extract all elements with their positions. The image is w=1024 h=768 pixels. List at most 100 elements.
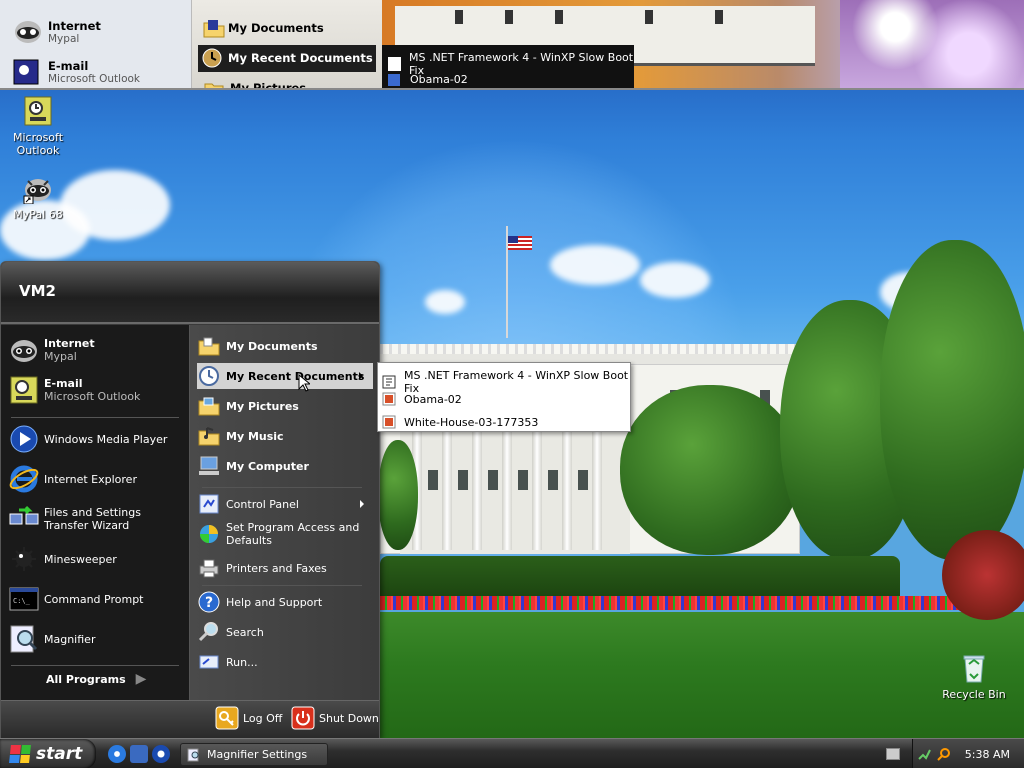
submenu-arrow-icon [359,372,363,380]
system-tray: 5:38 AM [912,739,1024,768]
user-name: VM2 [19,282,56,300]
outlook-icon [12,58,40,86]
stale-email-item: E-mail Microsoft Outlook [12,58,140,86]
desktop-icon-recycle-bin[interactable]: Recycle Bin [936,652,1012,701]
clock[interactable]: 5:38 AM [965,748,1010,761]
start-menu-left-pane: Internet Mypal E-mail Microsoft Outlook Wi… [1,325,190,700]
cloud [640,262,710,298]
start-menu-footer: Log Off Shut Down [1,700,379,738]
keyboard-icon[interactable] [886,748,900,760]
cloud [425,290,465,314]
magnifier-icon [9,624,39,654]
magnifier-icon [187,748,201,762]
folder-documents-icon [202,16,226,40]
document-icon [388,57,401,71]
submenu-arrow-icon [360,500,364,508]
transfer-wizard-icon [9,504,39,534]
flower-bed [380,596,990,610]
mypal-icon [12,16,44,48]
mypal-icon [9,335,39,365]
places-item-program-access[interactable]: Set Program Access and Defaults [198,521,374,547]
power-icon [291,706,315,730]
control-panel-icon [198,493,220,515]
run-icon [198,651,220,673]
start-button[interactable]: start [0,739,96,768]
menu-separator [202,487,362,488]
stale-popup-item: Obama-02 [388,73,468,86]
stale-internet-item: Internet Mypal [12,16,101,48]
svg-text:?: ? [205,595,213,611]
image-file-icon [388,73,400,86]
mypal-icon [22,172,54,204]
shut-down-button[interactable]: Shut Down [291,706,379,730]
desktop-icon-mypal[interactable]: MyPal 68 [0,172,76,221]
recent-item-internet-explorer[interactable]: Internet Explorer [9,464,137,494]
places-item-my-recent-documents[interactable]: My Recent Documents [197,363,373,389]
folder-pictures-icon [198,395,220,417]
recent-item-magnifier[interactable]: Magnifier [9,624,95,654]
recent-documents-submenu: MS .NET Framework 4 - WinXP Slow Boot Fi… [377,362,631,432]
stale-start-menu-strip: Internet Mypal E-mail Microsoft Outlook My… [0,0,1024,90]
places-item-my-documents[interactable]: My Documents [198,335,318,357]
quick-launch-ie-icon[interactable] [108,745,126,763]
magnifier-tray-icon[interactable] [937,747,951,761]
recent-item-minesweeper[interactable]: Minesweeper [9,544,117,574]
recent-item-transfer-wizard[interactable]: Files and Settings Transfer Wizard [9,504,184,534]
recent-document-item[interactable]: White-House-03-177353 [382,415,538,429]
image-file-icon [382,392,396,406]
log-off-button[interactable]: Log Off [215,706,282,730]
places-item-my-pictures[interactable]: My Pictures [198,395,299,417]
task-button-magnifier-settings[interactable]: Magnifier Settings [180,743,328,766]
menu-separator [11,665,179,666]
hedge [380,556,900,598]
places-item-control-panel[interactable]: Control Panel [198,493,374,515]
cloud [550,245,640,285]
places-item-my-music[interactable]: My Music [198,425,284,447]
all-programs-button[interactable]: All Programs ▶ [46,672,146,686]
red-shrub [942,530,1024,620]
stale-my-recent-documents: My Recent Documents ▶ [200,46,389,70]
recent-item-media-player[interactable]: Windows Media Player [9,424,167,454]
tree [378,440,418,550]
folder-music-icon [198,425,220,447]
network-icon[interactable] [917,747,931,761]
quick-launch-media-player-icon[interactable] [152,745,170,763]
key-icon [215,706,239,730]
places-item-run[interactable]: Run... [198,651,258,673]
minesweeper-icon [9,544,39,574]
folder-pictures-icon [204,78,224,88]
stale-my-pictures: My Pictures [204,78,306,88]
printer-icon [198,557,220,579]
windows-logo-icon [9,745,31,763]
search-icon [198,621,220,643]
recent-documents-icon [200,46,224,70]
pinned-item-email[interactable]: E-mail Microsoft Outlook [9,375,140,405]
image-file-icon [382,415,396,429]
outlook-icon [22,95,54,127]
recent-item-command-prompt[interactable]: C:\_ Command Prompt [9,584,144,614]
places-item-help[interactable]: ? Help and Support [198,591,322,613]
start-menu: VM2 Internet Mypal E-mail Microsoft Outloo… [0,261,380,738]
tree [880,240,1024,560]
quick-launch-desktop-icon[interactable] [130,745,148,763]
stale-my-documents: My Documents [202,16,324,40]
pinned-item-internet[interactable]: Internet Mypal [9,335,95,365]
program-access-icon [198,523,220,545]
lawn [380,612,1024,740]
internet-explorer-icon [9,464,39,494]
recent-document-item[interactable]: Obama-02 [382,392,462,406]
start-menu-right-pane: My Documents My Recent Documents My Pict… [190,325,379,700]
places-item-search[interactable]: Search [198,621,264,643]
places-item-printers[interactable]: Printers and Faxes [198,557,327,579]
desktop[interactable]: Microsoft Outlook MyPal 68 Recycle Bin I… [0,0,1024,768]
outlook-icon [9,375,39,405]
help-icon: ? [198,591,220,613]
recent-documents-icon [198,365,220,387]
places-item-my-computer[interactable]: My Computer [198,455,309,477]
american-flag [508,236,532,250]
desktop-icon-outlook[interactable]: Microsoft Outlook [0,95,76,157]
taskbar: start Magnifier Settings 5:38 AM [0,738,1024,768]
computer-icon [198,455,220,477]
menu-separator [11,417,179,418]
mouse-cursor-icon [298,374,310,392]
